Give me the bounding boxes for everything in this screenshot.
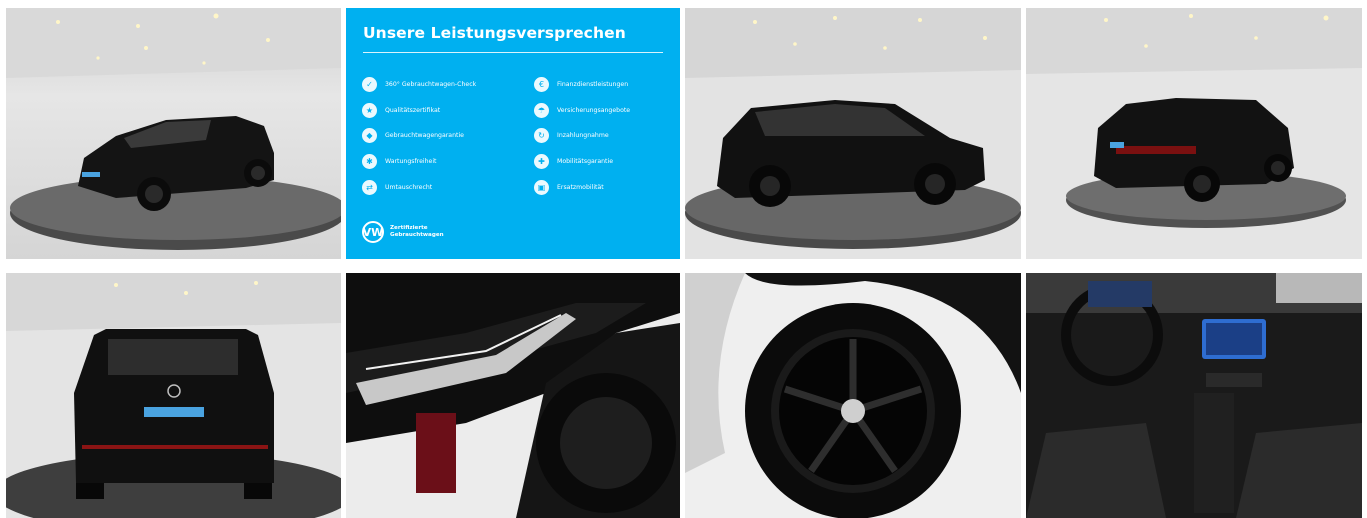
car-image [685, 8, 1021, 259]
shield-icon: ◆ [362, 128, 377, 144]
benefit-label: Gebrauchtwagengarantie [385, 132, 464, 140]
certified-logo: VW Zertifizierte Gebrauchtwagen [362, 221, 444, 243]
benefit-list: ✓ 360° Gebrauchtwagen-Check ★ Qualitätszer… [362, 72, 672, 200]
benefit-item: ✚ Mobilitätsgarantie [534, 149, 672, 175]
benefit-label: Versicherungsangebote [557, 106, 631, 114]
photo-gallery: Unsere Leistungsversprechen ✓ 360° Gebrau… [6, 8, 1362, 518]
mobility-icon: ✚ [534, 154, 549, 170]
benefit-item: ⇄ Umtauschrecht [362, 174, 534, 200]
promo-title: Unsere Leistungsversprechen [363, 24, 626, 42]
benefit-item: ✓ 360° Gebrauchtwagen-Check [362, 72, 534, 98]
benefit-item: € Finanzdienstleistungen [534, 72, 672, 98]
360-check-icon: ✓ [362, 77, 377, 93]
photo-wheel-closeup[interactable] [685, 273, 1021, 518]
wrench-icon: ✱ [362, 154, 377, 170]
benefit-label: Finanzdienstleistungen [557, 81, 629, 89]
trade-in-icon: ↻ [534, 128, 549, 144]
benefit-label: Ersatzmobilität [557, 183, 604, 191]
benefit-label: 360° Gebrauchtwagen-Check [385, 81, 477, 89]
insurance-icon: ☂ [534, 102, 549, 118]
car-image [6, 8, 341, 259]
certificate-icon: ★ [362, 102, 377, 118]
car-image [346, 273, 680, 518]
benefit-item: ◆ Gebrauchtwagengarantie [362, 123, 534, 149]
benefit-label: Umtauschrecht [385, 183, 433, 191]
benefit-item: ✱ Wartungsfreiheit [362, 149, 534, 175]
benefit-item: ▣ Ersatzmobilität [534, 174, 672, 200]
car-image [685, 273, 1021, 518]
certified-label: Zertifizierte Gebrauchtwagen [390, 225, 444, 238]
car-image [1026, 273, 1362, 518]
photo-rear-showroom[interactable] [6, 273, 341, 518]
benefit-label: Inzahlungnahme [557, 132, 609, 140]
benefit-label: Wartungsfreiheit [385, 158, 437, 166]
benefit-item: ☂ Versicherungsangebote [534, 98, 672, 124]
benefit-label: Qualitätszertifikat [385, 106, 441, 114]
car-image [6, 273, 341, 518]
photo-front-left-showroom[interactable] [6, 8, 341, 259]
finance-icon: € [534, 77, 549, 93]
vw-logo-icon: VW [362, 221, 384, 243]
photo-cockpit-interior[interactable] [1026, 273, 1362, 518]
benefit-item: ★ Qualitätszertifikat [362, 98, 534, 124]
photo-headlight-closeup[interactable] [346, 273, 680, 518]
promo-card[interactable]: Unsere Leistungsversprechen ✓ 360° Gebrau… [346, 8, 680, 259]
divider [363, 52, 663, 53]
photo-side-showroom[interactable] [685, 8, 1021, 259]
car-image [1026, 8, 1362, 259]
photo-rear-left-showroom[interactable] [1026, 8, 1362, 259]
replacement-car-icon: ▣ [534, 179, 549, 195]
benefit-label: Mobilitätsgarantie [557, 158, 614, 166]
exchange-icon: ⇄ [362, 179, 377, 195]
benefit-item: ↻ Inzahlungnahme [534, 123, 672, 149]
